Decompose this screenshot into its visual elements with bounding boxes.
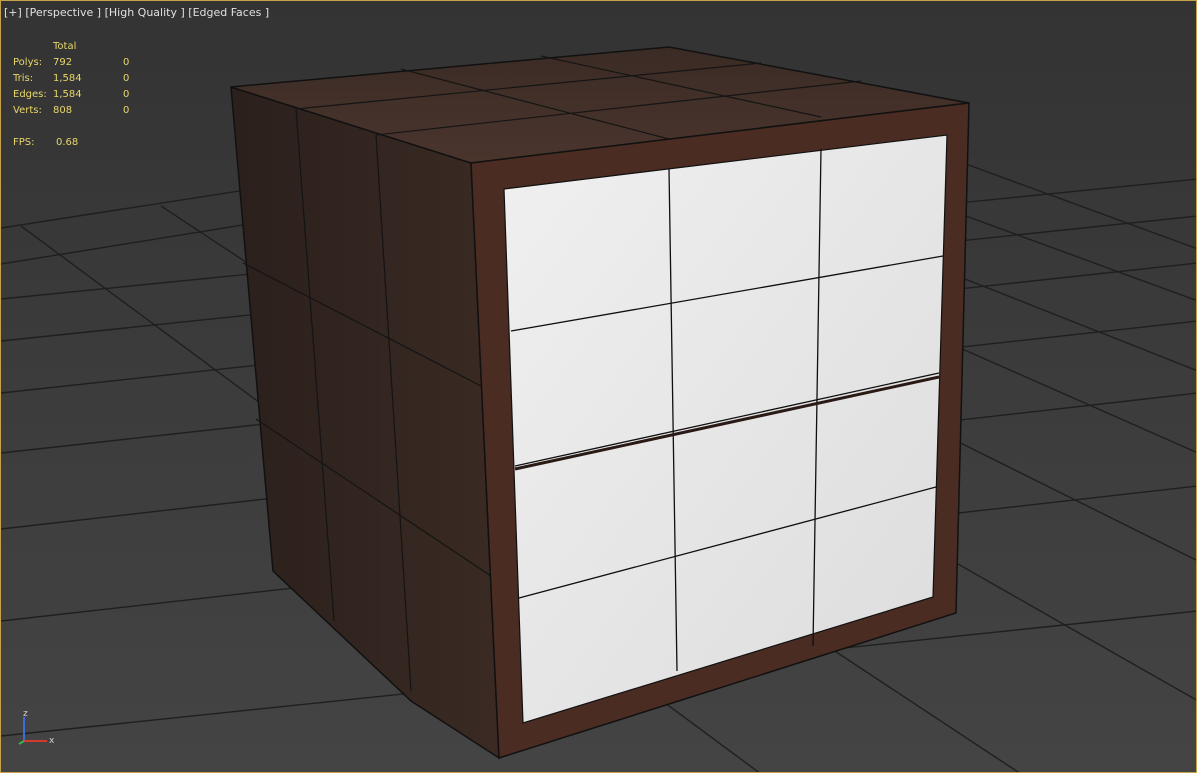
stats-total: 808 [53,105,73,116]
viewport-edged-faces-menu[interactable]: [Edged Faces ] [188,6,269,19]
stats-selected: 0 [123,57,130,68]
axis-z-label: z [23,709,28,719]
viewport-plus-menu[interactable]: [+] [4,6,22,19]
viewport-pov-menu[interactable]: [Perspective ] [25,6,101,19]
axis-x-label: x [49,736,55,746]
stats-key: Tris: [13,73,34,84]
stats-total: 792 [53,57,73,68]
stats-total: 1,584 [53,73,82,84]
viewport-shading-menu[interactable]: [High Quality ] [105,6,185,19]
fps-value: 0.68 [56,137,79,148]
stats-header: Total [53,41,77,52]
stats-total: 1,584 [53,89,82,100]
stats-key: Verts: [13,105,42,116]
fps-label: FPS: [13,137,35,148]
viewport-scene [1,46,1196,772]
viewport-label-menu: [+] [Perspective ] [High Quality ] [Edge… [4,6,269,19]
stats-selected: 0 [123,105,130,116]
stats-selected: 0 [123,89,130,100]
stats-selected: 0 [123,73,130,84]
axis-tripod-icon: z x [18,709,55,746]
cube-left-face [230,85,500,760]
perspective-viewport[interactable]: [+] [Perspective ] [High Quality ] [Edge… [0,0,1197,773]
stats-key: Edges: [13,89,47,100]
stats-key: Polys: [13,57,43,68]
